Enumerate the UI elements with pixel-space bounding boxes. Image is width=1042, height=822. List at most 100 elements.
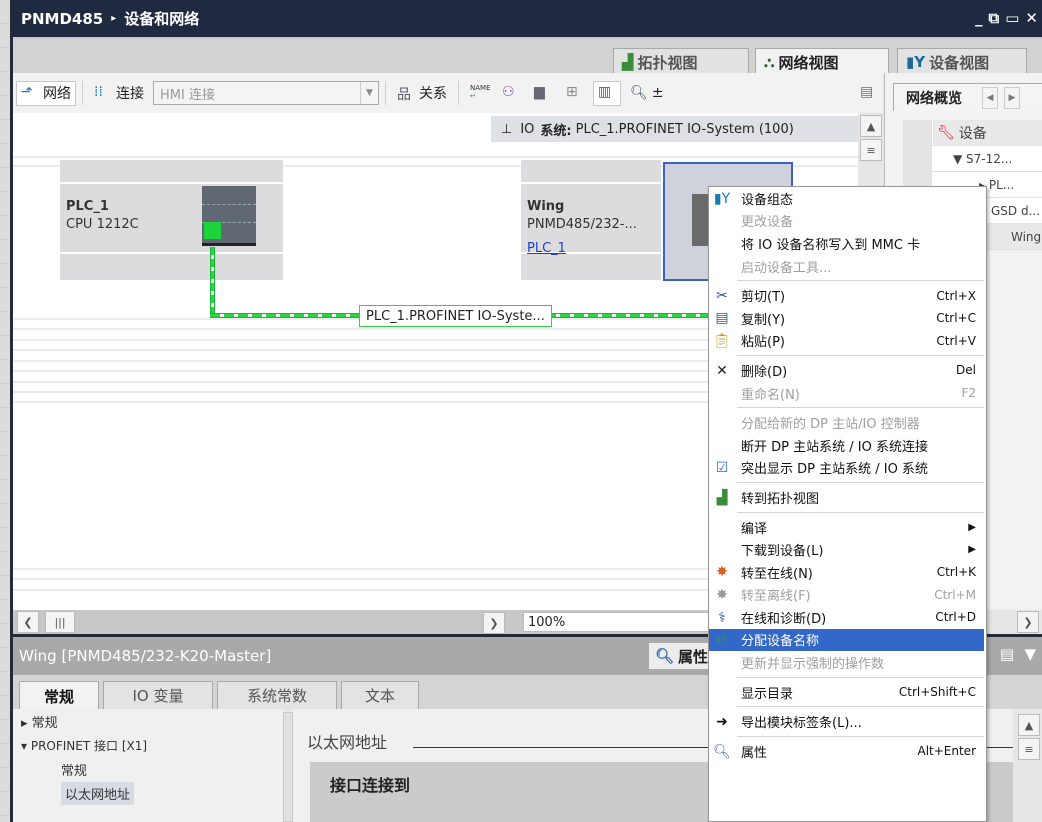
device-plc-1[interactable]: PLC_1 CPU 1212C xyxy=(60,160,283,280)
nav-item-interface-general[interactable]: 常规 xyxy=(13,757,283,781)
nav-item-general[interactable]: ▸ 常规 xyxy=(13,709,283,733)
maximize-button[interactable]: ▭ xyxy=(1005,9,1019,27)
table-toggle-button[interactable]: ▥ xyxy=(593,80,621,106)
connection-type-select[interactable]: HMI 连接 ▼ xyxy=(153,81,379,105)
tab-network-view[interactable]: ⛬ 网络视图 xyxy=(755,48,889,75)
properties-tab-button[interactable]: 🔍︎ 属性 xyxy=(649,643,715,669)
menu-item[interactable]: 显示目录 Ctrl+Shift+C xyxy=(709,681,986,704)
menu-item[interactable]: ▮Y 设备组态 xyxy=(709,187,986,210)
menu-item-label: 重命名(N) xyxy=(741,387,800,403)
menu-item[interactable]: ✕ 删除(D) Del xyxy=(709,359,986,382)
table-icon: ▥ xyxy=(598,84,612,100)
device-icon: ▮Y xyxy=(906,53,926,71)
menu-shortcut: Del xyxy=(956,363,976,378)
relations-button[interactable]: 品 关系 xyxy=(392,81,452,106)
breadcrumb-separator: ▸ xyxy=(111,13,117,24)
page-icon: ▆ xyxy=(534,84,545,100)
scroll-left-button[interactable]: ❮ xyxy=(17,611,39,633)
scroll-right-button[interactable]: ❯ xyxy=(483,612,505,634)
menu-item-label: 启动设备工具... xyxy=(741,260,832,276)
connections-mode-button[interactable]: ⁞⁞ 连接 xyxy=(89,81,149,106)
zoom-in-icon: 🔍︎ xyxy=(630,85,648,101)
menu-item[interactable]: 断开 DP 主站系统 / IO 系统连接 xyxy=(709,434,986,457)
overview-scroll-right[interactable]: ❯ xyxy=(1017,611,1039,633)
network-mode-icon: ⬏ xyxy=(21,84,33,100)
tab-io-tags[interactable]: IO 变量 xyxy=(103,681,213,709)
tab-general[interactable]: 常规 xyxy=(19,681,99,710)
assign-name-tool-button[interactable]: NAME ↵ xyxy=(465,81,493,106)
tab-device-view[interactable]: ▮Y 设备视图 xyxy=(897,48,1027,75)
grid-button[interactable]: ⊞ xyxy=(561,81,589,106)
minimize-button[interactable]: _ xyxy=(975,9,983,27)
menu-item[interactable]: ➜ 导出模块标签条(L)... xyxy=(709,710,986,733)
panel-menu-icon[interactable]: ▤ xyxy=(1000,645,1014,663)
tab-topology-view[interactable]: ▟ 拓扑视图 xyxy=(613,48,749,75)
menu-item[interactable]: 分配给新的 DP 主站/IO 控制器 xyxy=(709,411,986,434)
nav-item-ethernet-address[interactable]: 以太网地址 xyxy=(61,781,135,805)
menu-shortcut: Alt+Enter xyxy=(917,744,976,759)
nav-item-profinet-interface[interactable]: ▾ PROFINET 接口 [X1] xyxy=(13,733,283,757)
show-addresses-button[interactable]: ⚇ xyxy=(497,81,525,106)
menu-item-label: 粘贴(P) xyxy=(741,335,785,351)
window-controls: _ ⧉ ▭ ✕ xyxy=(975,9,1038,27)
tab-system-constants[interactable]: 系统常数 xyxy=(217,681,337,709)
menu-item[interactable]: ▟ 转到拓扑视图 xyxy=(709,486,986,509)
menu-separator xyxy=(737,676,984,678)
close-button[interactable]: ✕ xyxy=(1025,9,1038,27)
menu-item-label: 设备组态 xyxy=(741,192,794,208)
zoom-button[interactable]: 🔍︎ ± xyxy=(625,81,669,106)
menu-item[interactable]: ✸ 转至离线(F) Ctrl+M xyxy=(709,584,986,607)
tab-network-overview[interactable]: 网络概览 ◀ ▶ xyxy=(893,83,1042,111)
menu-item[interactable]: 下载到设备(L) ▶ xyxy=(709,538,986,561)
io-controller-link[interactable]: PLC_1 xyxy=(527,240,566,258)
menu-separator xyxy=(737,706,984,708)
menu-shortcut: F2 xyxy=(961,386,976,401)
panel-collapse-icon[interactable]: ▼ xyxy=(1024,645,1036,663)
menu-item[interactable]: ☑ 突出显示 DP 主站系统 / IO 系统 xyxy=(709,457,986,480)
menu-item[interactable]: 更新并显示强制的操作数 xyxy=(709,651,986,674)
menu-separator xyxy=(737,482,984,484)
menu-item[interactable]: ⚕ 在线和诊断(D) Ctrl+D xyxy=(709,606,986,629)
menu-item[interactable]: 启动设备工具... xyxy=(709,255,986,278)
tab-texts[interactable]: 文本 xyxy=(341,681,419,709)
menu-item[interactable]: ▤ 复制(Y) Ctrl+C xyxy=(709,307,986,330)
overview-row[interactable]: ▼ S7-12... xyxy=(903,146,1042,172)
io-system-label[interactable]: PLC_1.PROFINET IO-Syste... xyxy=(359,305,552,327)
menu-item[interactable]: 将 IO 设备名称写入到 MMC 卡 xyxy=(709,232,986,255)
scroll-up-button[interactable]: ▲ xyxy=(1018,714,1040,736)
tab-scroll-left-button[interactable]: ◀ xyxy=(982,86,998,109)
network-mode-button[interactable]: ⬏ 网络 xyxy=(16,80,76,106)
menu-item[interactable]: ✸ 转至在线(N) Ctrl+K xyxy=(709,561,986,584)
menu-item[interactable]: 更改设备 xyxy=(709,210,986,233)
pin-icon[interactable]: ⊥ xyxy=(501,122,512,137)
menu-separator xyxy=(737,280,984,282)
menu-item[interactable]: ↵ 分配设备名称 xyxy=(709,628,984,652)
tab-scroll-right-button[interactable]: ▶ xyxy=(1004,86,1020,109)
page-break-button[interactable]: ▆ xyxy=(529,81,557,106)
menu-item[interactable]: ✂ 剪切(T) Ctrl+X xyxy=(709,284,986,307)
scroll-thumb[interactable]: ≡ xyxy=(860,139,882,161)
connections-icon: ⁞⁞ xyxy=(94,84,103,100)
scroll-thumb[interactable]: ≡ xyxy=(1018,738,1040,760)
menu-item-label: 导出模块标签条(L)... xyxy=(741,716,862,732)
plc-module-image[interactable] xyxy=(202,186,256,246)
menu-item[interactable]: 重命名(N) F2 xyxy=(709,382,986,405)
profinet-port-icon[interactable] xyxy=(204,222,221,239)
nav-tree-scrollbar[interactable] xyxy=(283,712,293,822)
menu-item-label: 在线和诊断(D) xyxy=(741,611,827,627)
inspector-scrollbar[interactable]: ▲ ≡ xyxy=(1016,712,1042,822)
save-layout-button[interactable]: ▤ xyxy=(855,81,883,106)
scroll-thumb[interactable]: ||| xyxy=(45,611,75,633)
submenu-arrow-icon: ▶ xyxy=(968,544,976,556)
menu-item-label: 删除(D) xyxy=(741,364,788,380)
menu-item[interactable]: 🔍︎ 属性 Alt+Enter xyxy=(709,740,986,763)
chevron-down-icon[interactable]: ▼ xyxy=(360,82,378,104)
profinet-line-vertical[interactable] xyxy=(210,247,215,317)
float-button[interactable]: ⧉ xyxy=(989,9,1000,27)
menu-item[interactable]: 📋︎ 粘贴(P) Ctrl+V xyxy=(709,330,986,353)
menu-item[interactable]: 编译 ▶ xyxy=(709,516,986,539)
device-wing[interactable]: Wing PNMD485/232-... PLC_1 xyxy=(521,160,661,280)
zoom-level-select[interactable]: 100% xyxy=(523,612,713,632)
scroll-up-button[interactable]: ▲ xyxy=(860,115,882,137)
io-system-banner: ⊥ IO 系统: PLC_1.PROFINET IO-System (100) xyxy=(491,116,858,142)
